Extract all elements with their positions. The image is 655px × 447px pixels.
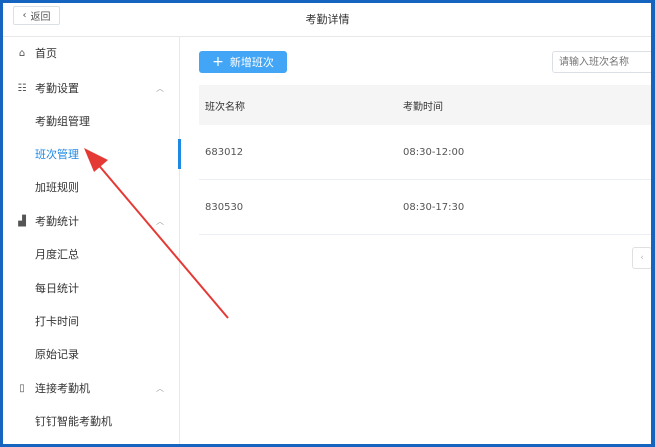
annotation-arrow — [84, 148, 229, 319]
arrow-head — [84, 148, 108, 172]
arrow-shaft — [95, 161, 229, 319]
